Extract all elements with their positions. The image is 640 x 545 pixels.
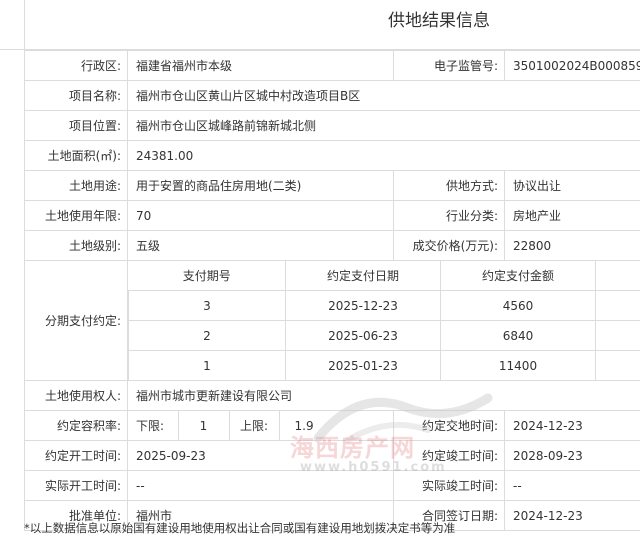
installment-date: 2025-12-23	[285, 290, 441, 321]
row-actual: 实际开工时间: -- 实际竣工时间: --	[24, 470, 640, 501]
installment-date: 2025-06-23	[285, 320, 441, 351]
installment-header-amount: 约定支付金额	[440, 261, 596, 291]
table-row: 3 2025-12-23 4560	[128, 290, 640, 321]
installment-table: 支付期号 约定支付日期 约定支付金额 3 2025-12-23 4560 2 2…	[128, 261, 640, 380]
installment-period: 2	[128, 320, 286, 351]
district-value: 福建省福州市本级	[127, 50, 394, 81]
actual-finish-value: --	[504, 470, 640, 501]
row-project-name: 项目名称: 福州市仓山区黄山片区城中村改造项目B区	[24, 80, 640, 111]
price-value: 22800	[504, 230, 640, 261]
table-row: 1 2025-01-23 11400	[128, 350, 640, 380]
installment-amount: 4560	[440, 290, 596, 321]
delivery-value: 2024-12-23	[504, 410, 640, 441]
row-years: 土地使用年限: 70 行业分类: 房地产业	[24, 200, 640, 231]
far-lower-label: 下限:	[128, 411, 179, 440]
installment-cell: 支付期号 约定支付日期 约定支付金额 3 2025-12-23 4560 2 2…	[127, 260, 640, 381]
far-upper-label: 上限:	[229, 411, 280, 440]
owner-value: 福州市城市更新建设有限公司	[127, 380, 640, 411]
installment-header-date: 约定支付日期	[285, 261, 441, 291]
far-label: 约定容积率:	[24, 410, 128, 441]
installment-header-blank	[595, 261, 640, 291]
sign-value: 2024-12-23	[504, 500, 640, 531]
installment-amount: 6840	[440, 320, 596, 351]
installment-blank	[595, 320, 640, 351]
installment-date: 2025-01-23	[285, 350, 441, 380]
industry-value: 房地产业	[504, 200, 640, 231]
installment-period: 3	[128, 290, 286, 321]
installment-label: 分期支付约定:	[24, 260, 128, 381]
row-area: 土地面积(㎡): 24381.00	[24, 140, 640, 171]
location-label: 项目位置:	[24, 110, 128, 141]
left-border	[24, 0, 25, 49]
row-location: 项目位置: 福州市仓山区城峰路前锦新城北侧	[24, 110, 640, 141]
area-label: 土地面积(㎡):	[24, 140, 128, 171]
page-title: 供地结果信息	[388, 11, 490, 31]
grade-value: 五级	[127, 230, 394, 261]
years-value: 70	[127, 200, 394, 231]
use-value: 用于安置的商品住房用地(二类)	[127, 170, 394, 201]
actual-start-label: 实际开工时间:	[24, 470, 128, 501]
start-label: 约定开工时间:	[24, 440, 128, 471]
owner-label: 土地使用权人:	[24, 380, 128, 411]
page: 供地结果信息 行政区: 福建省福州市本级 电子监管号: 3501002024B0…	[0, 0, 640, 545]
price-label: 成交价格(万元):	[393, 230, 505, 261]
row-grade: 土地级别: 五级 成交价格(万元): 22800	[24, 230, 640, 261]
installment-header-row: 支付期号 约定支付日期 约定支付金额	[128, 261, 640, 291]
installment-header-period: 支付期号	[128, 261, 286, 291]
table-row: 2 2025-06-23 6840	[128, 320, 640, 351]
installment-blank	[595, 350, 640, 380]
installment-blank	[595, 290, 640, 321]
project-name-value: 福州市仓山区黄山片区城中村改造项目B区	[127, 80, 640, 111]
finish-value: 2028-09-23	[504, 440, 640, 471]
area-value: 24381.00	[127, 140, 640, 171]
use-label: 土地用途:	[24, 170, 128, 201]
installment-amount: 11400	[440, 350, 596, 380]
ecode-value: 3501002024B000859	[504, 50, 640, 81]
grade-label: 土地级别:	[24, 230, 128, 261]
industry-label: 行业分类:	[393, 200, 505, 231]
actual-finish-label: 实际竣工时间:	[393, 470, 505, 501]
row-use: 土地用途: 用于安置的商品住房用地(二类) 供地方式: 协议出让	[24, 170, 640, 201]
row-owner: 土地使用权人: 福州市城市更新建设有限公司	[24, 380, 640, 411]
title-row: 供地结果信息	[0, 0, 640, 50]
installment-period: 1	[128, 350, 286, 380]
project-name-label: 项目名称:	[24, 80, 128, 111]
far-lower-value: 1	[178, 411, 230, 440]
location-value: 福州市仓山区城峰路前锦新城北侧	[127, 110, 640, 141]
watermark-url: www.h0591.com	[300, 460, 447, 475]
watermark-text: 海西房产网	[290, 434, 415, 462]
footnote: *以上数据信息以原始国有建设用地使用权出让合同或国有建设用地划拨决定书等为准	[24, 521, 456, 535]
years-label: 土地使用年限:	[24, 200, 128, 231]
supply-method-label: 供地方式:	[393, 170, 505, 201]
ecode-label: 电子监管号:	[393, 50, 505, 81]
row-district: 行政区: 福建省福州市本级 电子监管号: 3501002024B000859	[24, 50, 640, 81]
supply-method-value: 协议出让	[504, 170, 640, 201]
district-label: 行政区:	[24, 50, 128, 81]
actual-start-value: --	[127, 470, 394, 501]
row-installments: 分期支付约定: 支付期号 约定支付日期 约定支付金额 3 2025-12-23 …	[24, 260, 640, 381]
